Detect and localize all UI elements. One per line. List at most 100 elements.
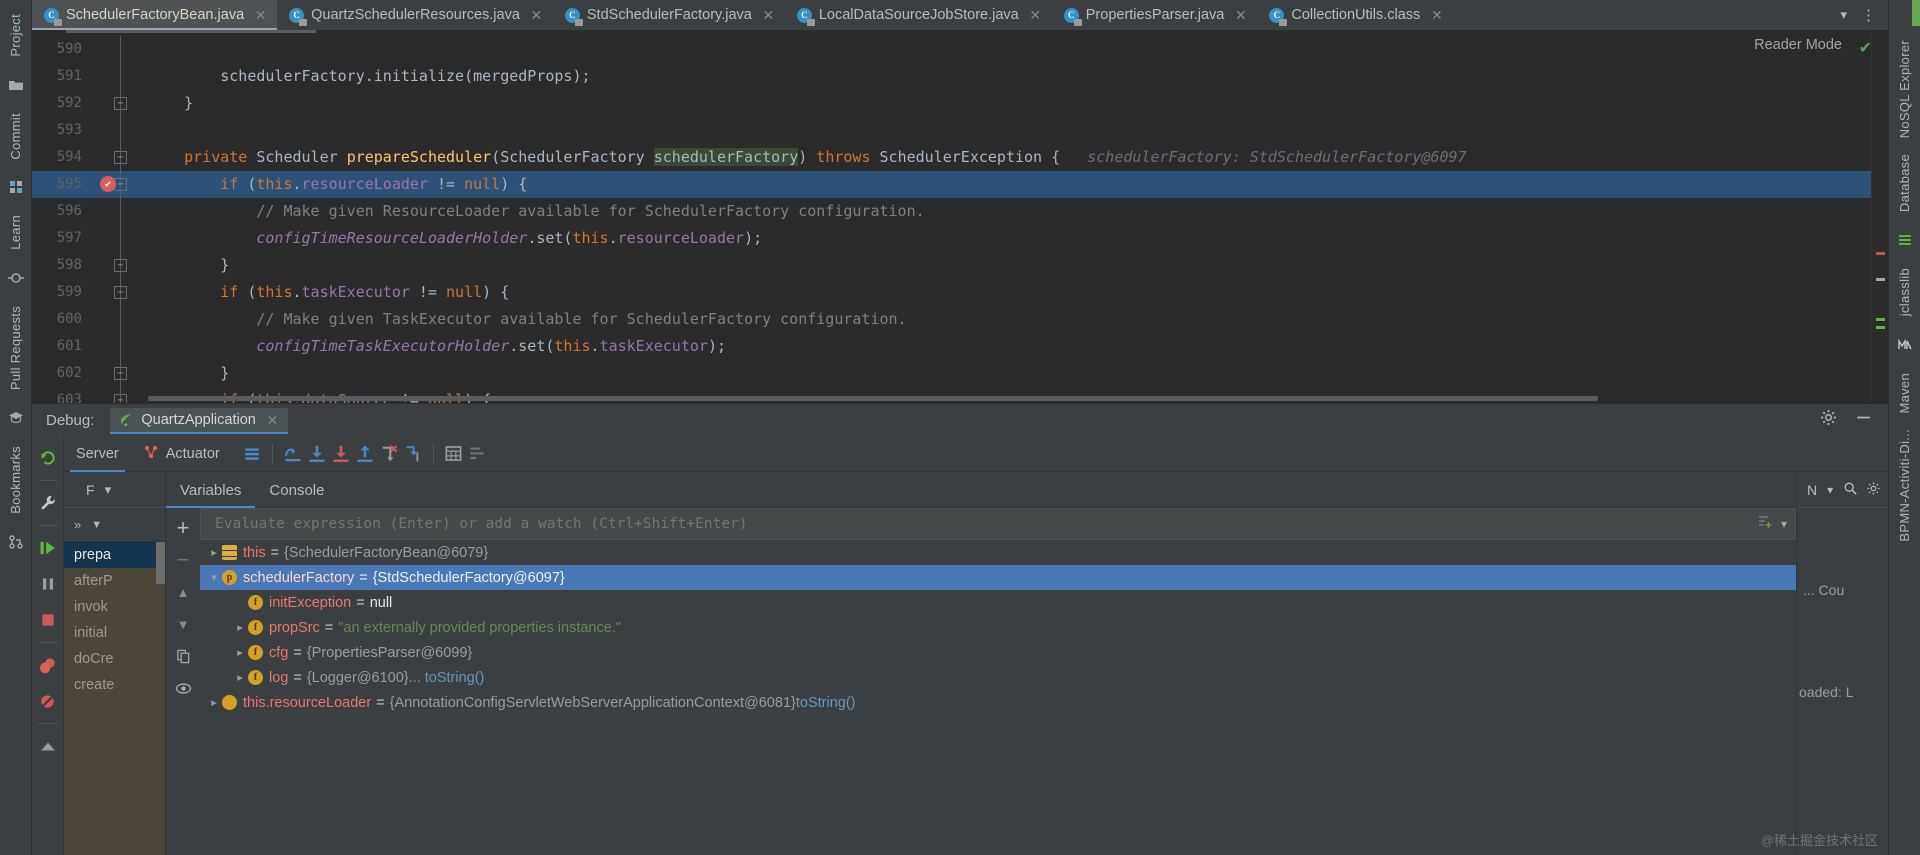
frames-list[interactable]: prepa afterP invok initial doCre create — [64, 542, 165, 855]
tab-console[interactable]: Console — [255, 482, 338, 507]
code-line[interactable]: 597 configTimeResourceLoaderHolder.set(t… — [32, 225, 1888, 252]
fold-expand-icon[interactable]: − — [114, 394, 127, 403]
fold-collapse-icon[interactable]: − — [114, 259, 127, 272]
editor-tab-1[interactable]: C QuartzSchedulerResources.java ✕ — [277, 0, 553, 30]
pause-program-icon[interactable] — [37, 573, 59, 595]
evaluate-expression-bar[interactable]: ▾ — [200, 508, 1796, 540]
code-line[interactable]: 602 − } — [32, 360, 1888, 387]
editor-tab-0[interactable]: C SchedulerFactoryBean.java ✕ — [32, 0, 278, 30]
frame-list-item[interactable]: invok — [64, 594, 165, 620]
run-to-cursor-icon[interactable] — [401, 442, 425, 466]
chevron-right-icon[interactable]: ▸ — [232, 646, 248, 659]
change-marker[interactable] — [1876, 318, 1885, 321]
breakpoint-icon[interactable]: ✔ — [100, 176, 116, 192]
frames-scrollbar[interactable] — [156, 542, 165, 584]
chevron-down-icon[interactable]: ▾ — [1827, 483, 1833, 497]
code-line[interactable]: 599 − if (this.taskExecutor != null) { — [32, 279, 1888, 306]
remove-icon[interactable]: − — [170, 547, 196, 573]
tab-variables[interactable]: Variables — [166, 482, 256, 508]
chevron-down-icon[interactable]: ▾ — [105, 482, 112, 498]
minimize-icon[interactable] — [1855, 409, 1872, 431]
variable-row[interactable]: ▸ f propSrc = "an externally provided proper… — [200, 615, 1796, 640]
layout-settings-icon[interactable] — [37, 735, 59, 757]
sidebar-item-jclasslib[interactable]: jclasslib — [1897, 260, 1912, 324]
drop-frame-icon[interactable] — [377, 442, 401, 466]
code-line[interactable]: 592 − } — [32, 90, 1888, 117]
code-line[interactable]: 590 — [32, 36, 1888, 63]
editor-tab-3[interactable]: C LocalDataSourceJobStore.java ✕ — [785, 0, 1052, 30]
close-icon[interactable]: ✕ — [1430, 7, 1443, 24]
watch-eye-icon[interactable] — [170, 675, 196, 701]
settings-wrench-icon[interactable] — [37, 492, 59, 514]
chevron-right-icon[interactable]: ▸ — [206, 696, 222, 709]
variable-row[interactable]: ▸ this.resourceLoader = {AnnotationConfigSe… — [200, 690, 1796, 715]
close-icon[interactable]: ✕ — [1234, 7, 1247, 24]
editor-tab-4[interactable]: C PropertiesParser.java ✕ — [1052, 0, 1258, 30]
code-line[interactable]: 596 // Make given ResourceLoader availab… — [32, 198, 1888, 225]
tab-server[interactable]: Server — [64, 436, 131, 472]
fold-expand-icon[interactable]: − — [114, 151, 127, 164]
frame-list-item[interactable]: afterP — [64, 568, 165, 594]
change-marker[interactable] — [1876, 326, 1885, 329]
step-into-icon[interactable] — [305, 442, 329, 466]
code-line[interactable]: 591 schedulerFactory.initialize(mergedPr… — [32, 63, 1888, 90]
view-breakpoints-icon[interactable] — [37, 654, 59, 676]
editor-tab-2[interactable]: C StdSchedulerFactory.java ✕ — [553, 0, 785, 30]
editor-gutter[interactable] — [94, 333, 148, 360]
close-icon[interactable]: ✕ — [1029, 7, 1042, 24]
add-icon[interactable]: + — [170, 515, 196, 541]
frame-list-item[interactable]: doCre — [64, 646, 165, 672]
variable-row[interactable]: ▸ f log = {Logger@6100} ... toString() — [200, 665, 1796, 690]
copy-icon[interactable] — [170, 643, 196, 669]
editor-gutter[interactable] — [94, 36, 148, 63]
frame-list-item[interactable]: initial — [64, 620, 165, 646]
code-editor[interactable]: Reader Mode ✔ 590 591 schedulerFactory.in… — [32, 30, 1888, 403]
fold-collapse-icon[interactable]: − — [114, 97, 127, 110]
chevron-right-icon[interactable]: ▸ — [232, 671, 248, 684]
editor-gutter[interactable] — [94, 225, 148, 252]
fold-collapse-icon[interactable]: − — [114, 367, 127, 380]
editor-gutter[interactable]: − — [94, 279, 148, 306]
commit-icon[interactable] — [5, 267, 27, 289]
sidebar-item-learn[interactable]: Pull Requests — [8, 298, 23, 398]
frame-list-item[interactable]: create — [64, 672, 165, 698]
sidebar-item-project[interactable]: Project — [8, 6, 23, 65]
editor-gutter[interactable] — [94, 198, 148, 225]
pull-requests-icon[interactable] — [5, 531, 27, 553]
editor-gutter[interactable] — [94, 117, 148, 144]
editor-marker-strip[interactable] — [1872, 30, 1888, 403]
editor-gutter[interactable]: − — [94, 252, 148, 279]
editor-gutter[interactable] — [94, 306, 148, 333]
editor-gutter[interactable]: − — [94, 387, 148, 403]
reader-mode-label[interactable]: Reader Mode — [1754, 37, 1842, 53]
chevron-right-icon[interactable]: ▸ — [232, 621, 248, 634]
change-marker[interactable] — [1876, 278, 1885, 281]
fold-expand-icon[interactable]: − — [114, 286, 127, 299]
close-icon[interactable]: ✕ — [254, 7, 267, 24]
structure-icon[interactable] — [5, 176, 27, 198]
editor-gutter[interactable]: − — [94, 90, 148, 117]
sidebar-item-database[interactable]: Database — [1897, 146, 1912, 220]
mute-breakpoints-icon[interactable] — [37, 690, 59, 712]
move-up-icon[interactable]: ▲ — [170, 579, 196, 605]
project-folder-icon[interactable] — [5, 74, 27, 96]
gear-icon[interactable] — [1866, 481, 1881, 499]
chevron-down-icon[interactable]: ▾ — [206, 571, 222, 584]
variable-row[interactable]: f initException = null — [200, 590, 1796, 615]
variable-tostring-link[interactable]: toString() — [796, 695, 856, 711]
add-watch-icon[interactable] — [1757, 514, 1773, 535]
editor-gutter[interactable]: − — [94, 360, 148, 387]
sort-values-icon[interactable] — [466, 442, 490, 466]
sidebar-item-maven[interactable]: Maven — [1897, 365, 1912, 422]
editor-gutter[interactable]: − ✔ — [94, 171, 148, 198]
code-line[interactable]: 594 − private Scheduler prepareScheduler(… — [32, 144, 1888, 171]
frame-list-item[interactable]: prepa — [64, 542, 165, 568]
editor-gutter[interactable]: − — [94, 144, 148, 171]
chevron-down-icon[interactable]: ▾ — [1840, 7, 1847, 23]
variable-tostring-link[interactable]: ... toString() — [409, 670, 485, 686]
tab-actuator[interactable]: Actuator — [131, 436, 232, 472]
editor-gutter[interactable] — [94, 63, 148, 90]
resume-program-icon[interactable] — [37, 537, 59, 559]
evaluate-expression-icon[interactable] — [442, 442, 466, 466]
close-icon[interactable]: ✕ — [530, 7, 543, 24]
